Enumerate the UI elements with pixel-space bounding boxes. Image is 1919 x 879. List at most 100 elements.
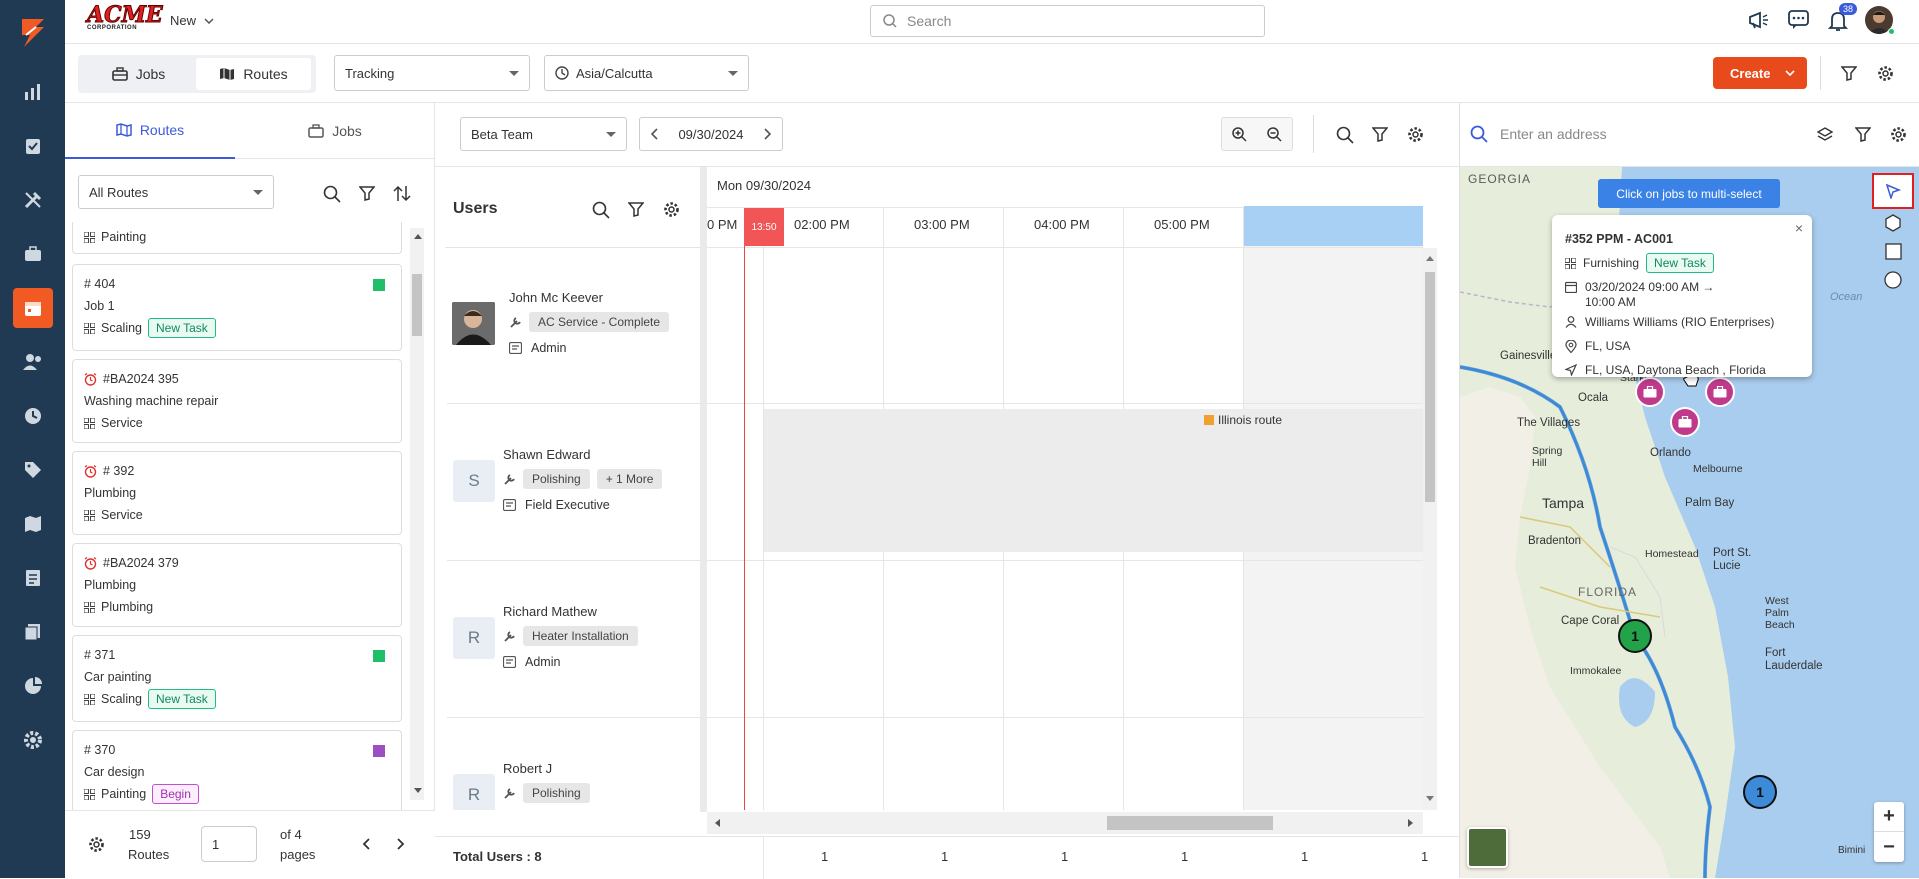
map-label: Palm Bay (1685, 497, 1735, 509)
zoom-in-icon[interactable] (1222, 126, 1257, 142)
job-marker[interactable] (1635, 377, 1665, 407)
routes-tab[interactable]: Routes (65, 103, 235, 159)
next-page-icon[interactable] (397, 838, 405, 850)
new-menu[interactable]: New (170, 13, 214, 28)
item-title: Car painting (84, 670, 152, 684)
list-item[interactable]: Painting (72, 222, 402, 254)
dashboard-icon[interactable] (0, 65, 65, 119)
gear-icon[interactable] (1407, 126, 1424, 143)
invoice-icon[interactable] (0, 551, 65, 605)
gear-icon[interactable] (663, 201, 680, 218)
scroll-thumb[interactable] (1107, 816, 1273, 830)
user-row[interactable]: John Mc Keever AC Service - Complete Adm… (447, 247, 701, 404)
list-item[interactable]: # 404 Job 1 Scaling New Task (72, 264, 402, 351)
chat-icon[interactable] (1788, 10, 1810, 30)
address-input[interactable]: Enter an address (1500, 126, 1607, 142)
schedule-date[interactable]: 09/30/2024 (678, 127, 743, 142)
list-item[interactable]: # 371 Car painting Scaling New Task (72, 635, 402, 722)
scroll-down-icon[interactable] (414, 788, 422, 793)
rectangle-draw-icon[interactable] (1885, 243, 1902, 260)
list-scrollbar[interactable] (410, 228, 424, 800)
search-icon[interactable] (592, 201, 610, 219)
scroll-up-icon[interactable] (1426, 256, 1434, 261)
global-search[interactable]: Search (870, 5, 1265, 37)
column-resizer[interactable] (700, 167, 707, 812)
prev-page-icon[interactable] (362, 838, 370, 850)
zoom-out-button[interactable]: − (1874, 832, 1904, 862)
page-number-input[interactable]: 1 (201, 826, 257, 862)
filter-icon[interactable] (628, 202, 644, 217)
filter-icon[interactable] (1855, 127, 1871, 142)
circle-draw-icon[interactable] (1884, 271, 1902, 289)
documents-icon[interactable] (0, 605, 65, 659)
popup-title[interactable]: #352 PPM - AC001 (1565, 232, 1673, 246)
scroll-down-icon[interactable] (1426, 796, 1434, 801)
layers-icon[interactable] (1817, 127, 1833, 142)
filter-icon[interactable] (1372, 127, 1388, 142)
settings-icon[interactable] (0, 713, 65, 767)
map-label: Gainesville (1500, 350, 1557, 362)
jobs-tab[interactable]: Jobs (235, 103, 435, 159)
map-icon[interactable] (0, 497, 65, 551)
scroll-thumb[interactable] (1425, 272, 1435, 502)
list-item[interactable]: # 392 Plumbing Service (72, 451, 402, 535)
search-icon[interactable] (323, 185, 341, 203)
filter-icon[interactable] (359, 186, 375, 201)
users-icon[interactable] (0, 335, 65, 389)
cluster-marker[interactable]: 1 (1743, 775, 1777, 809)
scroll-up-icon[interactable] (414, 234, 422, 239)
select-tool[interactable] (1872, 173, 1914, 209)
scroll-thumb[interactable] (412, 274, 422, 336)
route-block[interactable]: Illinois route (764, 409, 1423, 552)
gear-icon[interactable] (1877, 65, 1894, 82)
tools-icon[interactable] (0, 173, 65, 227)
gear-icon[interactable] (88, 836, 105, 853)
map-label: Fort Lauderdale (1765, 647, 1823, 672)
calendar-icon[interactable] (13, 288, 53, 328)
create-button[interactable]: Create (1713, 57, 1807, 89)
close-icon[interactable]: × (1795, 220, 1803, 236)
clock-icon[interactable] (0, 389, 65, 443)
pages-label: pages (280, 847, 316, 862)
routes-filter-select[interactable]: All Routes (78, 175, 274, 209)
user-row[interactable]: R Robert J Polishing (447, 718, 701, 810)
team-select[interactable]: Beta Team (460, 117, 627, 151)
prev-date-icon[interactable] (650, 128, 658, 140)
next-date-icon[interactable] (764, 128, 772, 140)
gear-icon[interactable] (1890, 126, 1907, 143)
filter-icon[interactable] (1841, 66, 1857, 81)
cluster-marker[interactable]: 1 (1618, 619, 1652, 653)
reports-icon[interactable] (0, 659, 65, 713)
satellite-layer-toggle[interactable] (1467, 827, 1508, 868)
jobs-icon[interactable] (0, 227, 65, 281)
hexagon-draw-icon[interactable] (1884, 214, 1902, 232)
zoom-in-button[interactable]: + (1874, 802, 1904, 832)
map-label: Bimini (1838, 845, 1866, 856)
routes-view-tab[interactable]: Routes (196, 58, 311, 90)
timeline-horizontal-scrollbar[interactable] (707, 812, 1423, 834)
map-label: Bradenton (1528, 535, 1582, 547)
job-marker[interactable] (1670, 407, 1700, 437)
list-item[interactable]: #BA2024 379 Plumbing Plumbing (72, 543, 402, 627)
megaphone-icon[interactable] (1748, 10, 1770, 30)
search-icon[interactable] (1336, 126, 1354, 144)
zoom-out-icon[interactable] (1257, 126, 1292, 142)
acme-logo[interactable]: ACME CORPORATION (87, 4, 164, 33)
tag-icon[interactable] (0, 443, 65, 497)
jobs-view-tab[interactable]: Jobs (81, 58, 196, 90)
list-item[interactable]: #BA2024 395 Washing machine repair Servi… (72, 359, 402, 443)
list-item[interactable]: # 370 Car design Painting Begin (72, 730, 402, 810)
scroll-right-icon[interactable] (1408, 819, 1413, 827)
scroll-left-icon[interactable] (715, 819, 720, 827)
tasks-icon[interactable] (0, 119, 65, 173)
timezone-select[interactable]: Asia/Calcutta (544, 55, 749, 91)
tracking-select[interactable]: Tracking (334, 55, 530, 91)
user-row[interactable]: R Richard Mathew Heater Installation Adm… (447, 561, 701, 718)
job-marker[interactable] (1705, 377, 1735, 407)
timeline-vertical-scrollbar[interactable] (1423, 248, 1437, 810)
more-skills-badge[interactable]: + 1 More (596, 469, 663, 489)
app-logo-icon[interactable] (0, 6, 65, 60)
map-canvas[interactable]: GEORGIA FLORIDA Gainesville Ocala The Vi… (1460, 167, 1919, 878)
user-row[interactable]: S Shawn Edward Polishing + 1 More Field E… (447, 404, 701, 561)
sort-icon[interactable] (393, 185, 411, 202)
